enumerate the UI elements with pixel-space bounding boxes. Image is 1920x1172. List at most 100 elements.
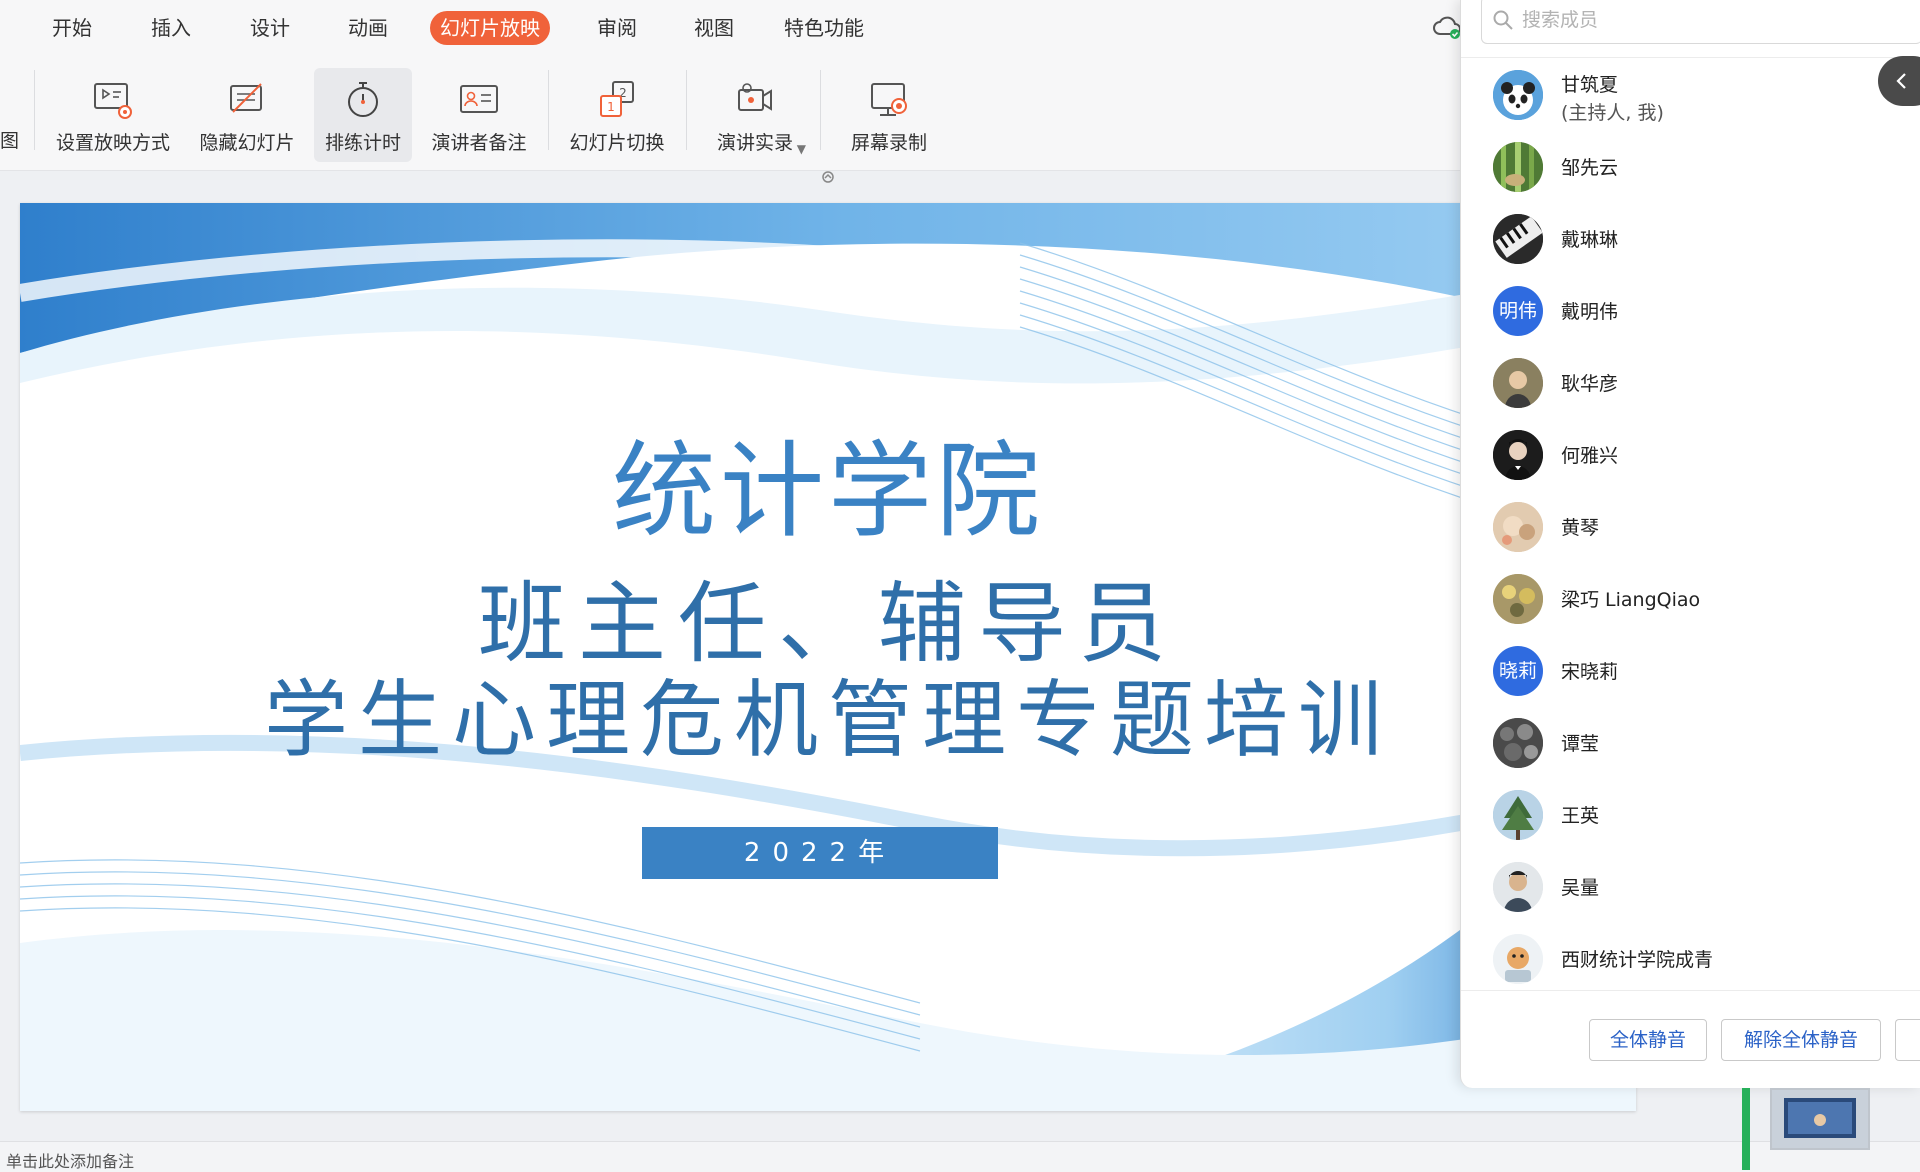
member-name: 戴明伟: [1561, 301, 1619, 323]
avatar: [1493, 142, 1543, 192]
avatar-initials: 明伟: [1493, 286, 1543, 336]
member-panel: 甘筑夏 (主持人, 我) 邹先云 戴琳琳: [1460, 0, 1920, 1088]
menu-special-features[interactable]: 特色功能: [774, 11, 874, 45]
ribbon-cut-label: 图: [0, 130, 20, 152]
member-row[interactable]: 吴量: [1461, 854, 1920, 926]
slide-transition-button[interactable]: 2 1 幻灯片切换: [562, 68, 672, 162]
warm-photo-avatar-icon: [1493, 502, 1543, 552]
member-role: (主持人, 我): [1561, 102, 1664, 124]
panel-divider: [1461, 57, 1920, 58]
member-row[interactable]: 甘筑夏 (主持人, 我): [1461, 62, 1920, 134]
slide-year-banner[interactable]: 2022年: [642, 827, 998, 879]
panda-avatar-icon: [1493, 70, 1543, 120]
menu-slideshow[interactable]: 幻灯片放映: [430, 11, 550, 45]
bamboo-avatar-icon: [1493, 142, 1543, 192]
portrait-dark-avatar-icon: [1493, 430, 1543, 480]
avatar: [1493, 718, 1543, 768]
member-name: 梁巧 LiangQiao: [1561, 589, 1701, 611]
member-row[interactable]: 西财统计学院成青: [1461, 926, 1920, 998]
speech-record-label: 演讲实录: [716, 132, 793, 154]
menu-insert[interactable]: 插入: [141, 11, 201, 45]
speaker-notes-button[interactable]: 演讲者备注: [424, 68, 534, 162]
slide-subtitle-line2[interactable]: 学生心理危机管理专题培训: [20, 653, 1636, 774]
member-name: 何雅兴: [1561, 445, 1619, 467]
screen-record-label: 屏幕录制: [850, 132, 927, 154]
speaker-notes-icon: [460, 85, 498, 113]
cloud-sync-icon[interactable]: [1432, 14, 1462, 40]
member-name: 宋晓莉: [1561, 661, 1619, 683]
avatar: [1493, 502, 1543, 552]
avatar: [1493, 862, 1543, 912]
member-name: 邹先云: [1561, 157, 1619, 179]
video-indicator-bar: [1742, 1088, 1750, 1170]
member-row[interactable]: 邹先云: [1461, 134, 1920, 206]
chevron-left-icon: [1896, 73, 1906, 89]
dropdown-arrow-icon[interactable]: ▼: [797, 142, 806, 156]
unmute-all-button[interactable]: 解除全体静音: [1721, 1019, 1881, 1061]
piano-avatar-icon: [1493, 214, 1543, 264]
screen-record-icon: [871, 83, 907, 116]
speech-record-button[interactable]: 演讲实录 ▼: [700, 68, 810, 162]
member-name: 谭莹: [1561, 733, 1600, 755]
video-thumbnail[interactable]: [1770, 1088, 1870, 1150]
flowers-avatar-icon: [1493, 574, 1543, 624]
panel-divider: [1461, 990, 1920, 991]
more-button[interactable]: [1895, 1019, 1920, 1061]
member-name: 黄琴: [1561, 517, 1600, 539]
member-row[interactable]: 戴琳琳: [1461, 206, 1920, 278]
member-name: 西财统计学院成青: [1561, 949, 1714, 971]
member-row[interactable]: 王英: [1461, 782, 1920, 854]
collapse-ribbon-icon[interactable]: [820, 171, 836, 187]
member-list: 甘筑夏 (主持人, 我) 邹先云 戴琳琳 明伟 戴明伟 耿华彦 何雅兴 黄琴 梁…: [1461, 62, 1920, 990]
ribbon-separator: [548, 70, 549, 150]
slide-transition-icon: 2 1: [600, 81, 634, 117]
member-name: 王英: [1561, 805, 1600, 827]
setup-slideshow-label: 设置放映方式: [55, 132, 170, 154]
hide-slide-icon: [230, 83, 262, 113]
setup-slideshow-button[interactable]: 设置放映方式: [50, 68, 176, 162]
menu-home[interactable]: 开始: [42, 11, 102, 45]
member-row[interactable]: 黄琴: [1461, 494, 1920, 566]
member-row[interactable]: 何雅兴: [1461, 422, 1920, 494]
hide-slide-label: 隐藏幻灯片: [199, 132, 295, 154]
menu-review[interactable]: 审阅: [587, 11, 647, 45]
menu-animation[interactable]: 动画: [338, 11, 398, 45]
search-box[interactable]: [1481, 0, 1920, 44]
slide-canvas[interactable]: 统计学院 班主任、辅导员 学生心理危机管理专题培训 2022年: [20, 203, 1636, 1111]
mute-all-button[interactable]: 全体静音: [1589, 1019, 1707, 1061]
ribbon-separator: [686, 70, 687, 150]
member-name: 吴量: [1561, 877, 1600, 899]
setup-slideshow-icon: [94, 83, 132, 119]
speaker-notes-label: 演讲者备注: [431, 132, 527, 154]
notes-placeholder[interactable]: 单击此处添加备注: [6, 1148, 134, 1172]
search-icon: [1493, 10, 1513, 30]
avatar: [1493, 358, 1543, 408]
menu-view[interactable]: 视图: [684, 11, 744, 45]
collapse-panel-button[interactable]: [1878, 56, 1920, 106]
avatar: [1493, 430, 1543, 480]
member-row[interactable]: 谭莹: [1461, 710, 1920, 782]
rehearse-timing-label: 排练计时: [324, 132, 401, 154]
avatar: [1493, 214, 1543, 264]
ribbon-separator: [820, 70, 821, 150]
rehearse-timing-button[interactable]: 排练计时: [314, 68, 412, 162]
hide-slide-button[interactable]: 隐藏幻灯片: [192, 68, 302, 162]
member-name: 耿华彦: [1561, 373, 1619, 395]
member-row[interactable]: 耿华彦: [1461, 350, 1920, 422]
slide-title[interactable]: 统计学院: [20, 406, 1636, 557]
member-name: 甘筑夏: [1561, 74, 1619, 96]
member-name: 戴琳琳: [1561, 229, 1619, 251]
cartoon-avatar-icon: [1493, 934, 1543, 984]
search-member-input[interactable]: [1520, 3, 1904, 37]
menu-design[interactable]: 设计: [240, 11, 300, 45]
member-row[interactable]: 明伟 戴明伟: [1461, 278, 1920, 350]
notes-bar[interactable]: 单击此处添加备注: [0, 1141, 1920, 1171]
avatar: [1493, 70, 1543, 120]
video-preview-icon: [1772, 1090, 1868, 1148]
member-row[interactable]: 晓莉 宋晓莉: [1461, 638, 1920, 710]
stopwatch-icon: [348, 82, 378, 117]
member-row[interactable]: 梁巧 LiangQiao: [1461, 566, 1920, 638]
stones-avatar-icon: [1493, 718, 1543, 768]
slide-transition-label: 幻灯片切换: [569, 132, 665, 154]
screen-record-button[interactable]: 屏幕录制: [834, 68, 944, 162]
